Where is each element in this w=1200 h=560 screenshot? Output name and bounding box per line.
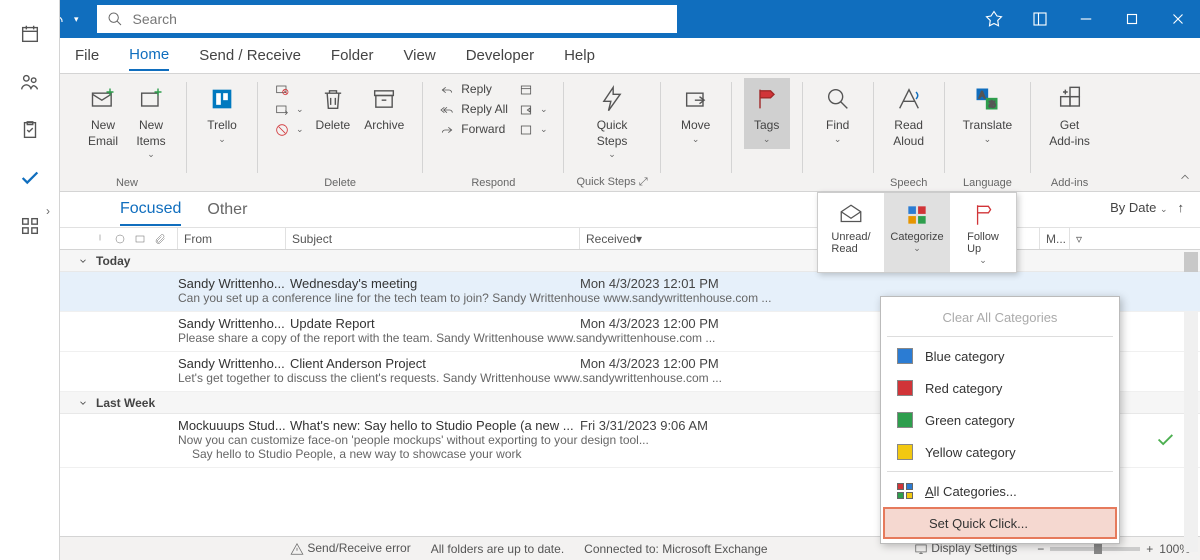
sort-by-date[interactable]: By Date ⌄ [1110, 200, 1167, 215]
tab-home[interactable]: Home [129, 40, 169, 71]
importance-col-icon[interactable] [94, 233, 106, 245]
col-mentions[interactable]: M... [1040, 228, 1070, 249]
group-new-label: New [116, 177, 138, 191]
archive-button[interactable]: Archive [358, 78, 410, 138]
new-items-button[interactable]: NewItems⌄ [128, 78, 174, 165]
window-mode-icon[interactable] [1018, 0, 1062, 38]
svg-text:あ: あ [989, 100, 997, 109]
category-green[interactable]: Green category [881, 404, 1119, 436]
tab-folder[interactable]: Folder [331, 41, 374, 70]
delete-button[interactable]: Delete [310, 78, 357, 138]
reply-all-button[interactable]: Reply All [435, 100, 512, 120]
quick-steps-button[interactable]: QuickSteps⌄ [589, 78, 635, 165]
nav-calendar-icon[interactable] [16, 22, 44, 46]
set-quick-click-item[interactable]: Set Quick Click... [883, 507, 1117, 539]
maximize-button[interactable] [1110, 0, 1154, 38]
message-area: › Focused Other By Date ⌄ ↑ From Subject [60, 192, 1200, 536]
tab-file[interactable]: File [75, 41, 99, 70]
meeting-button[interactable] [514, 80, 552, 100]
categorize-button[interactable]: Categorize⌄ [884, 193, 950, 272]
unread-read-button[interactable]: Unread/Read [818, 193, 884, 272]
flag-complete-icon[interactable] [1154, 428, 1176, 453]
ribbon-tabs: File Home Send / Receive Folder View Dev… [0, 38, 1200, 74]
group-speech-label: Speech [890, 177, 927, 191]
title-bar: ▾ Search [0, 0, 1200, 38]
all-categories-item[interactable]: All Categories... [881, 475, 1119, 507]
group-language-label: Language [963, 177, 1012, 191]
move-button[interactable]: Move⌄ [673, 78, 719, 149]
reminder-col-icon[interactable] [114, 233, 126, 245]
tags-popup: Unread/Read Categorize⌄ FollowUp⌄ [817, 192, 1017, 273]
trello-button[interactable]: Trello⌄ [199, 78, 245, 149]
forward-button[interactable]: Forward [435, 120, 512, 140]
icon-col-icon[interactable] [134, 233, 146, 245]
junk-button[interactable]: ⌄ [270, 120, 308, 140]
group-today[interactable]: Today [60, 250, 1200, 272]
group-addins-label: Add-ins [1051, 177, 1088, 191]
tab-developer[interactable]: Developer [466, 41, 534, 70]
find-button[interactable]: Find⌄ [815, 78, 861, 149]
focused-other-tabs: Focused Other By Date ⌄ ↑ [60, 192, 1200, 228]
clean-up-button[interactable]: ⌄ [270, 100, 308, 120]
svg-text:A: A [979, 90, 986, 100]
tab-send-receive[interactable]: Send / Receive [199, 41, 301, 70]
new-email-button[interactable]: NewEmail [80, 78, 126, 153]
tab-other[interactable]: Other [207, 195, 247, 225]
close-button[interactable] [1156, 0, 1200, 38]
tags-button[interactable]: Tags⌄ [744, 78, 790, 149]
status-uptodate: All folders are up to date. [431, 542, 564, 556]
col-from[interactable]: From [178, 228, 286, 249]
col-subject[interactable]: Subject [286, 228, 580, 249]
reply-button[interactable]: Reply [435, 80, 512, 100]
get-addins-button[interactable]: GetAdd-ins [1043, 78, 1096, 153]
tab-focused[interactable]: Focused [120, 194, 181, 226]
search-box[interactable]: Search [97, 5, 677, 33]
expand-folder-pane-icon[interactable]: › [46, 204, 50, 218]
read-aloud-button[interactable]: ReadAloud [886, 78, 932, 153]
search-placeholder: Search [133, 11, 177, 27]
ribbon: NewEmail NewItems⌄ New Trello⌄ ⌄ ⌄ [60, 74, 1200, 192]
sort-ascending-icon[interactable]: ↑ [1178, 200, 1185, 215]
tab-help[interactable]: Help [564, 41, 595, 70]
tab-view[interactable]: View [403, 41, 435, 70]
category-blue[interactable]: Blue category [881, 340, 1119, 372]
group-delete-label: Delete [324, 177, 356, 191]
category-red[interactable]: Red category [881, 372, 1119, 404]
group-quicksteps-label: Quick Steps ⤢ [576, 176, 647, 191]
collapse-ribbon-icon[interactable] [1178, 170, 1192, 187]
more-respond-button[interactable]: ⌄ [514, 120, 552, 140]
follow-up-button[interactable]: FollowUp⌄ [950, 193, 1016, 272]
status-connected: Connected to: Microsoft Exchange [584, 542, 767, 556]
ignore-button[interactable] [270, 80, 308, 100]
column-header-row: From Subject Received ▾ Categories M... … [60, 228, 1200, 250]
translate-button[interactable]: AあTranslate⌄ [957, 78, 1019, 149]
category-yellow[interactable]: Yellow category [881, 436, 1119, 468]
share-teams-button[interactable]: ⌄ [514, 100, 552, 120]
attachment-col-icon[interactable] [154, 233, 166, 245]
qat-dropdown-icon[interactable]: ▾ [74, 14, 79, 25]
search-icon [107, 11, 123, 27]
col-flag-icon[interactable]: ▿ [1070, 228, 1200, 249]
premium-icon[interactable] [972, 0, 1016, 38]
minimize-button[interactable] [1064, 0, 1108, 38]
categorize-menu: Clear All Categories Blue category Red c… [880, 296, 1120, 544]
clear-categories-item: Clear All Categories [881, 301, 1119, 333]
group-respond-label: Respond [471, 177, 515, 191]
status-error[interactable]: Send/Receive error [290, 541, 411, 556]
